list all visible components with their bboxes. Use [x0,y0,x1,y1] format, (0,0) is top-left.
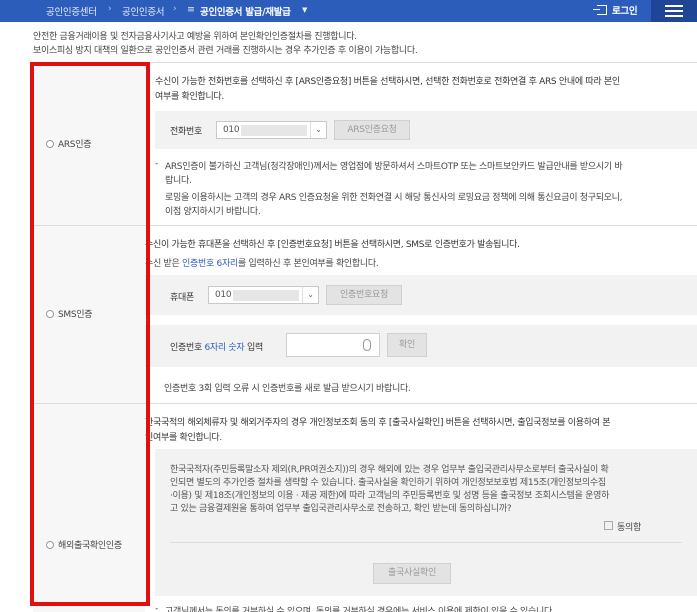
hamburger-menu-button[interactable] [651,0,697,22]
sms-desc-text: 를 입력하신 후 본인여부를 확인합니다. [237,259,379,269]
intro-line-2: 보이스피싱 방지 대책의 일환으로 공인인증서 관련 거래를 진행하시는 경우 … [33,46,418,56]
sms-desc-highlight: 인증번호 6자리 [182,259,238,269]
sms-code-input[interactable] [286,333,380,357]
breadcrumb-current-page[interactable]: 공인인증서 발급/재발급 [200,4,291,18]
ars-phone-select[interactable]: 010 ⌄ [216,121,327,139]
chevron-right-icon: › [108,4,112,14]
intro-line-1: 안전한 금융거래이용 및 전자금융사기사고 예방을 위하여 본인확인인증절차를 … [33,32,357,42]
agree-label: 동의함 [617,523,641,533]
sms-desc-line-1: 수신이 가능한 휴대폰을 선택하신 후 [인증번호요청] 버튼을 선택하시면, … [145,240,520,250]
bullet-dash: - [155,604,158,612]
code-label-highlight: 6자리 숫자 [204,343,245,353]
sms-phone-value: 010 [215,290,232,300]
sms-note: 인증번호 3회 입력 오류 시 인증번호를 새로 발급 받으시기 바랍니다. [164,384,411,394]
ars-note-2a: 로밍을 이용하시는 고객의 경우 ARS 인증요청을 위한 전화연결 시 해당 … [165,193,623,203]
masked-number [241,125,307,136]
top-nav-bar: 공인인증센터 › 공인인증서 › ≡ 공인인증서 발급/재발급 ▼ 로그인 [0,0,697,22]
ars-note-2b: 이점 양지하시기 바랍니다. [165,207,261,217]
ars-desc-line-1: 수신이 가능한 전화번호를 선택하신 후 [ARS인증요청] 버튼을 선택하시면… [155,77,620,87]
ars-phone-value: 010 [223,125,240,135]
ars-request-button[interactable]: ARS인증요청 [334,120,410,140]
login-button[interactable]: 로그인 [593,3,638,17]
code-label-text: 인증번호 [170,343,205,353]
code-label-text: 입력 [244,343,263,353]
bullet-dash: - [155,159,158,169]
consent-line-4: 고 있는 금융결제원을 통하여 업무부 출입국관리사무소로 전송하고, 확인 받… [170,504,512,514]
agree-checkbox[interactable] [604,521,613,530]
confirm-departure-button[interactable]: 출국사실확인 [373,563,451,584]
login-icon [593,5,607,15]
breadcrumb-home[interactable]: 공인인증센터 [46,4,97,18]
ars-note-1b: 랍니다. [165,176,192,186]
chevron-right-icon: › [173,4,177,14]
ars-phone-label: 전화번호 [170,127,202,137]
chevron-down-icon: ⌄ [302,287,318,303]
menu-list-icon: ≡ [187,4,195,15]
sms-request-code-button[interactable]: 인증번호요청 [326,285,402,305]
sms-phone-select[interactable]: 010 ⌄ [208,286,319,304]
sms-phone-label: 휴대폰 [170,293,194,303]
overseas-desc-line-2: 인여부를 확인합니다. [145,433,222,443]
ars-note-1a: ARS인증이 불가하신 고객님(청각장애인)께서는 영업점에 방문하셔서 스마트… [165,162,623,172]
login-label: 로그인 [612,6,638,17]
sms-code-label: 인증번호 6자리 숫자 입력 [170,340,263,353]
caret-down-icon[interactable]: ▼ [302,6,307,14]
highlight-box [30,62,150,606]
sms-desc-text: 수신 받은 [145,259,183,269]
hamburger-icon [665,5,683,7]
overseas-footnote: 고객님께서는 동의를 거부하실 수 있으며, 동의를 거부하실 경우에는 서비스… [165,607,555,612]
mouse-icon [363,339,371,351]
sms-desc-line-2: 수신 받은 인증번호 6자리를 입력하신 후 본인여부를 확인합니다. [145,256,379,269]
chevron-down-icon: ⌄ [310,122,326,138]
consent-line-3: ·이용) 및 제18조(개인정보의 이용 · 제공 제한)에 따라 고객님의 주… [170,491,610,501]
hamburger-icon-bar [665,15,683,17]
sms-confirm-button[interactable]: 확인 [387,333,427,357]
breadcrumb-certificate[interactable]: 공인인증서 [122,4,165,18]
divider [170,542,682,543]
consent-line-1: 한국국적자(주민등록말소자 제외(R,PR여권소지))의 경우 해외에 있는 경… [170,465,609,475]
consent-line-2: 인되면 별도의 추가인증 절차를 생략할 수 있습니다. 출국사실을 확인하기 … [170,478,606,488]
ars-desc-line-2: 여부를 확인합니다. [155,92,224,102]
overseas-desc-line-1: 한국국적의 해외체류자 및 해외거주자의 경우 개인정보조회 동의 후 [출국사… [145,418,611,428]
hamburger-icon-bar [665,10,683,12]
masked-number [233,290,299,301]
